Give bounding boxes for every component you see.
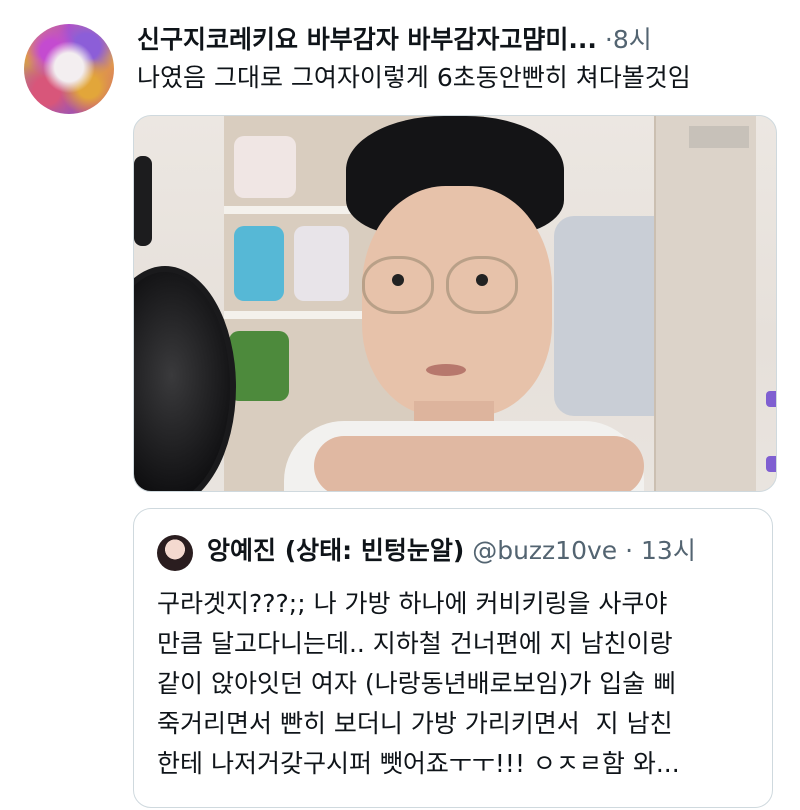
media-video[interactable]	[133, 115, 777, 492]
display-name[interactable]: 신구지코레키요 바부감자 바부감자고먐미...	[137, 25, 597, 54]
side-heart-icon	[766, 391, 776, 407]
quoted-handle[interactable]: @buzz10ve	[472, 536, 617, 565]
quoted-display-name[interactable]: 앙예진 (상태: 빈텅눈알)	[207, 536, 464, 565]
quoted-timestamp[interactable]: 13시	[641, 536, 696, 565]
pop-filter	[134, 266, 236, 491]
mouth	[426, 364, 466, 376]
shelf-item	[229, 331, 289, 401]
door	[654, 116, 756, 491]
profile-avatar[interactable]	[24, 24, 114, 114]
shelf-item	[234, 226, 284, 301]
quoted-text: 구라겟지???;; 나 가방 하나에 커비키링을 사쿠야 만큼 달고다니는데..…	[157, 589, 680, 778]
quoted-timestamp-separator: ·	[617, 536, 642, 565]
arm	[314, 436, 644, 491]
tweet-text: 나였음 그대로 그여자이렇게 6초동안빤히 쳐다볼것임	[137, 63, 691, 92]
shelf-item	[234, 136, 296, 198]
timestamp[interactable]: 8시	[613, 25, 652, 54]
side-heart-icon	[766, 456, 776, 472]
door-window	[689, 126, 749, 148]
shelf-item	[294, 226, 349, 301]
quoted-header: 앙예진 (상태: 빈텅눈알) @buzz10ve · 13시	[207, 531, 696, 571]
mic-arm	[134, 156, 152, 246]
eye-left	[392, 274, 404, 286]
tweet-header: 신구지코레키요 바부감자 바부감자고먐미... ·8시	[137, 18, 757, 62]
eye-right	[476, 274, 488, 286]
quoted-avatar[interactable]	[157, 535, 193, 571]
quoted-tweet[interactable]: 앙예진 (상태: 빈텅눈알) @buzz10ve · 13시 구라겟지???;;…	[133, 508, 773, 808]
timestamp-separator: ·	[596, 25, 613, 54]
